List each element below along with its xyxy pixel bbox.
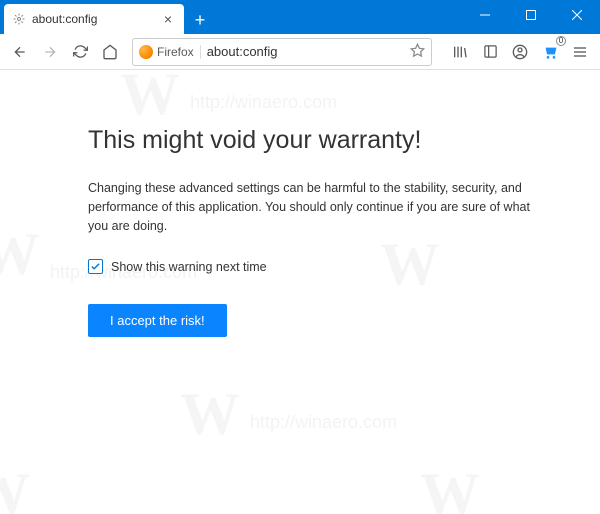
bookmark-star-icon[interactable]: [410, 43, 425, 61]
url-text: about:config: [207, 44, 410, 59]
identity-label: Firefox: [157, 45, 194, 59]
extension-button[interactable]: 0: [536, 38, 564, 66]
tab-close-icon[interactable]: ×: [160, 11, 176, 27]
plus-icon: +: [195, 10, 206, 31]
library-button[interactable]: [446, 38, 474, 66]
navigation-toolbar: Firefox about:config 0: [0, 34, 600, 70]
back-button[interactable]: [6, 38, 34, 66]
firefox-icon: [139, 45, 153, 59]
warning-panel: This might void your warranty! Changing …: [0, 70, 600, 337]
identity-box[interactable]: Firefox: [139, 45, 201, 59]
sidebar-button[interactable]: [476, 38, 504, 66]
checkbox-icon[interactable]: [88, 259, 103, 274]
show-warning-checkbox-row[interactable]: Show this warning next time: [88, 259, 540, 274]
window-close-button[interactable]: [554, 0, 600, 30]
page-content: W http://winaero.com W W http://winaero.…: [0, 70, 600, 514]
menu-button[interactable]: [566, 38, 594, 66]
forward-button[interactable]: [36, 38, 64, 66]
window-titlebar: about:config × +: [0, 0, 600, 34]
tab-strip: about:config × +: [0, 0, 462, 34]
home-button[interactable]: [96, 38, 124, 66]
warning-title: This might void your warranty!: [88, 126, 540, 155]
browser-tab[interactable]: about:config ×: [4, 4, 184, 34]
window-controls: [462, 0, 600, 30]
tab-favicon: [12, 12, 26, 26]
window-maximize-button[interactable]: [508, 0, 554, 30]
account-button[interactable]: [506, 38, 534, 66]
reload-button[interactable]: [66, 38, 94, 66]
warning-body: Changing these advanced settings can be …: [88, 179, 540, 235]
toolbar-right: 0: [440, 38, 594, 66]
window-minimize-button[interactable]: [462, 0, 508, 30]
checkbox-label: Show this warning next time: [111, 260, 267, 274]
accept-risk-button[interactable]: I accept the risk!: [88, 304, 227, 337]
new-tab-button[interactable]: +: [186, 6, 214, 34]
extension-badge: 0: [556, 36, 566, 46]
tab-title: about:config: [32, 12, 97, 26]
url-bar[interactable]: Firefox about:config: [132, 38, 432, 66]
